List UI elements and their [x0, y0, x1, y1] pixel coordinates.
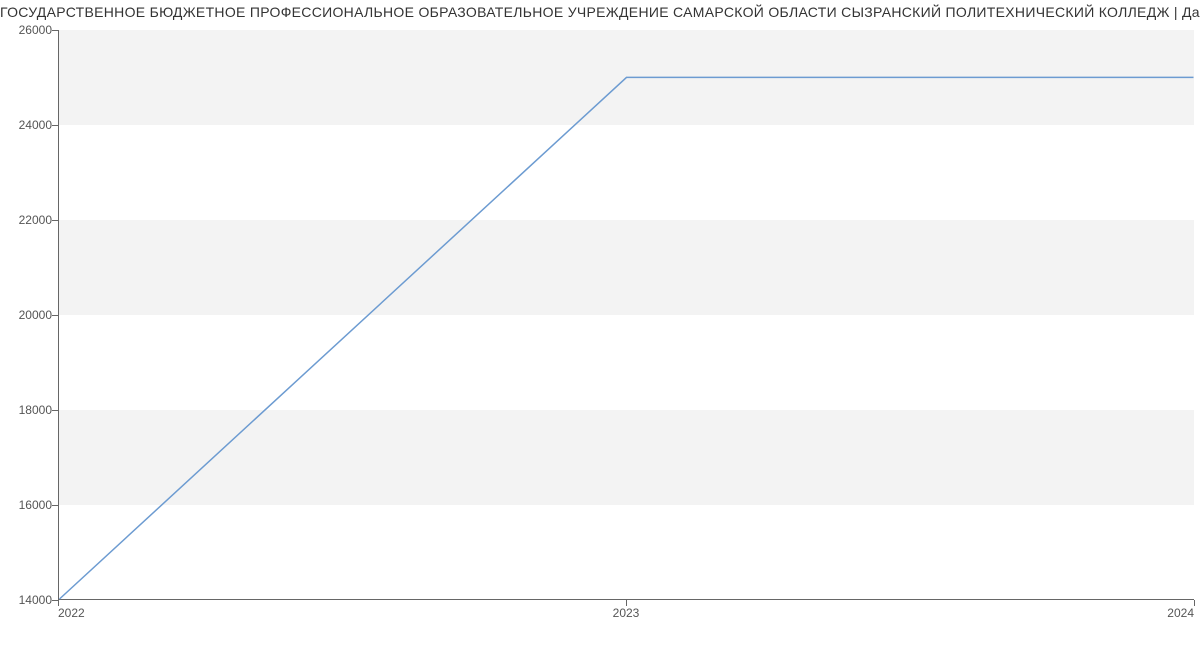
- y-tick-label: 26000: [2, 23, 52, 37]
- y-tick-mark: [52, 30, 58, 31]
- y-tick-label: 16000: [2, 498, 52, 512]
- x-tick-mark: [626, 600, 627, 606]
- y-tick-mark: [52, 410, 58, 411]
- x-tick-mark: [58, 600, 59, 606]
- y-tick-mark: [52, 505, 58, 506]
- y-tick-mark: [52, 220, 58, 221]
- line-layer: [59, 30, 1194, 599]
- x-tick-label: 2023: [613, 606, 640, 620]
- plot-area: [58, 30, 1194, 600]
- chart-title: ГОСУДАРСТВЕННОЕ БЮДЖЕТНОЕ ПРОФЕССИОНАЛЬН…: [0, 4, 1200, 20]
- data-line: [59, 77, 1193, 599]
- y-tick-label: 14000: [2, 593, 52, 607]
- chart-container: ГОСУДАРСТВЕННОЕ БЮДЖЕТНОЕ ПРОФЕССИОНАЛЬН…: [0, 0, 1200, 650]
- x-tick-label: 2024: [1167, 606, 1194, 620]
- y-tick-label: 22000: [2, 213, 52, 227]
- x-tick-label: 2022: [58, 606, 85, 620]
- y-tick-label: 20000: [2, 308, 52, 322]
- y-tick-label: 18000: [2, 403, 52, 417]
- x-tick-mark: [1194, 600, 1195, 606]
- y-tick-mark: [52, 125, 58, 126]
- y-tick-mark: [52, 315, 58, 316]
- y-tick-label: 24000: [2, 118, 52, 132]
